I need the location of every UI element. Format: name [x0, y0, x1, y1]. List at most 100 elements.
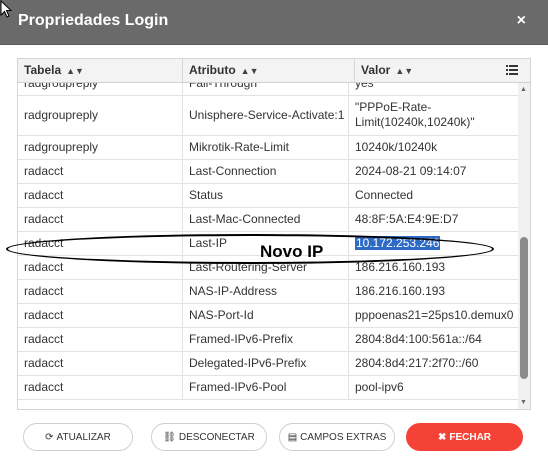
cell-text[interactable]: 186.216.160.193	[355, 260, 445, 274]
cell-atributo: Framed-IPv6-Prefix	[183, 327, 349, 351]
table-row[interactable]: radacct Last-Routering-Server 186.216.160.…	[18, 255, 518, 280]
cell-text: Framed-IPv6-Pool	[189, 380, 287, 394]
cell-atributo: Last-IP	[183, 231, 349, 255]
cell-text: radacct	[24, 212, 64, 226]
cell-tabela: radgroupreply	[18, 135, 183, 159]
cell-text: Status	[189, 188, 224, 202]
cell-atributo: NAS-Port-Id	[183, 303, 349, 327]
cell-text[interactable]: Connected	[355, 188, 413, 202]
properties-table: Tabela ▲▼ Atributo ▲▼ Valor ▲▼ radgrouprepl…	[17, 58, 531, 410]
cell-valor: "PPPoE-Rate-Limit(10240k,10240k)"	[349, 95, 518, 135]
cell-text: radacct	[24, 236, 64, 250]
dialog-title: Propriedades Login	[18, 12, 169, 29]
cell-text: radgroupreply	[24, 108, 99, 122]
column-label: Tabela	[24, 63, 62, 77]
table-header: Tabela ▲▼ Atributo ▲▼ Valor ▲▼	[18, 59, 530, 83]
vertical-scrollbar[interactable]: ▲ ▼	[518, 83, 530, 409]
cell-text: radacct	[24, 188, 64, 202]
table-row[interactable]: radgroupreply Unisphere-Service-Activate:…	[18, 95, 518, 136]
table-row[interactable]: radacct NAS-Port-Id pppoenas21=25ps10.demu…	[18, 303, 518, 328]
cell-text: radacct	[24, 332, 64, 346]
cell-text: Mikrotik-Rate-Limit	[189, 140, 290, 154]
cell-valor: 10.172.253.246	[349, 231, 518, 255]
cell-tabela: radacct	[18, 231, 183, 255]
cell-text: Fall-Through	[189, 83, 258, 90]
scroll-up-icon[interactable]: ▲	[520, 86, 527, 93]
extra-fields-label: CAMPOS EXTRAS	[300, 431, 387, 443]
column-label: Valor	[361, 63, 391, 77]
column-header-valor[interactable]: Valor ▲▼	[355, 59, 530, 82]
table-row[interactable]: radacct Last-Mac-Connected 48:8F:5A:E4:9E:…	[18, 207, 518, 232]
cell-text[interactable]: 10.172.253.246	[355, 236, 441, 250]
close-icon: ✖	[437, 431, 447, 443]
sort-icon[interactable]: ▲▼	[66, 66, 84, 76]
cell-text[interactable]: 186.216.160.193	[355, 284, 445, 298]
cell-atributo: Mikrotik-Rate-Limit	[183, 135, 349, 159]
table-body: radgroupreply Fall-Through yes radgrouprepl…	[18, 83, 518, 409]
mouse-cursor-icon	[0, 0, 13, 18]
cell-text: Unisphere-Service-Activate:1	[189, 108, 345, 122]
cell-tabela: radgroupreply	[18, 95, 183, 135]
cell-valor: 186.216.160.193	[349, 255, 518, 279]
cell-text: radacct	[24, 380, 64, 394]
dialog-titlebar: Propriedades Login ×	[0, 0, 548, 45]
cell-text[interactable]: 2024-08-21 09:14:07	[355, 164, 466, 178]
cell-text: NAS-Port-Id	[189, 308, 254, 322]
cell-text: radacct	[24, 260, 64, 274]
cell-text[interactable]: "PPPoE-Rate-Limit(10240k,10240k)"	[355, 100, 518, 130]
table-row[interactable]: radgroupreply Mikrotik-Rate-Limit 10240k/1…	[18, 135, 518, 160]
cell-valor: 2804:8d4:217:2f70::/60	[349, 351, 518, 375]
cell-atributo: Last-Connection	[183, 159, 349, 183]
close-label: FECHAR	[449, 431, 492, 443]
cell-valor: yes	[349, 83, 518, 95]
table-row[interactable]: radacct Last-Connection 2024-08-21 09:14:0…	[18, 159, 518, 184]
cell-text[interactable]: 10240k/10240k	[355, 140, 437, 154]
cell-text[interactable]: pool-ipv6	[355, 380, 404, 394]
cell-valor: 186.216.160.193	[349, 279, 518, 303]
cell-text: Last-Mac-Connected	[189, 212, 301, 226]
cell-atributo: Last-Mac-Connected	[183, 207, 349, 231]
table-row[interactable]: radacct Framed-IPv6-Pool pool-ipv6	[18, 375, 518, 400]
close-icon[interactable]: ×	[517, 12, 526, 30]
cell-tabela: radacct	[18, 183, 183, 207]
disconnect-button[interactable]: ⛓ DESCONECTAR	[151, 423, 267, 451]
cell-valor: 48:8F:5A:E4:9E:D7	[349, 207, 518, 231]
column-label: Atributo	[189, 63, 236, 77]
refresh-label: ATUALIZAR	[56, 431, 111, 443]
cell-text[interactable]: 2804:8d4:217:2f70::/60	[355, 356, 478, 370]
cell-valor: 2804:8d4:100:561a::/64	[349, 327, 518, 351]
close-button[interactable]: ✖ FECHAR	[406, 423, 523, 451]
table-row[interactable]: radacct Delegated-IPv6-Prefix 2804:8d4:217…	[18, 351, 518, 376]
scroll-down-icon[interactable]: ▼	[520, 399, 527, 406]
cell-tabela: radgroupreply	[18, 83, 183, 95]
column-header-atributo[interactable]: Atributo ▲▼	[183, 59, 355, 82]
sort-icon[interactable]: ▲▼	[241, 66, 259, 76]
cell-text: radacct	[24, 164, 64, 178]
table-row[interactable]: radacct Status Connected	[18, 183, 518, 208]
cell-tabela: radacct	[18, 207, 183, 231]
cell-atributo: Unisphere-Service-Activate:1	[183, 95, 349, 135]
extra-fields-button[interactable]: ▤ CAMPOS EXTRAS	[279, 423, 395, 451]
table-row[interactable]: radacct Framed-IPv6-Prefix 2804:8d4:100:56…	[18, 327, 518, 352]
cell-atributo: Delegated-IPv6-Prefix	[183, 351, 349, 375]
cell-text: radgroupreply	[24, 140, 99, 154]
disconnect-label: DESCONECTAR	[178, 431, 255, 443]
cell-atributo: NAS-IP-Address	[183, 279, 349, 303]
column-header-tabela[interactable]: Tabela ▲▼	[18, 59, 183, 82]
table-row[interactable]: radacct NAS-IP-Address 186.216.160.193	[18, 279, 518, 304]
refresh-button[interactable]: ⟳ ATUALIZAR	[23, 423, 133, 451]
cell-valor: pool-ipv6	[349, 375, 518, 399]
table-row[interactable]: radacct Last-IP 10.172.253.246	[18, 231, 518, 256]
sort-icon[interactable]: ▲▼	[395, 66, 413, 76]
cell-valor: 10240k/10240k	[349, 135, 518, 159]
columns-menu-icon[interactable]	[506, 65, 518, 75]
cell-atributo: Framed-IPv6-Pool	[183, 375, 349, 399]
cell-text[interactable]: pppoenas21=25ps10.demux0	[355, 308, 513, 322]
unlink-icon: ⛓	[163, 431, 176, 443]
cell-text[interactable]: 48:8F:5A:E4:9E:D7	[355, 212, 458, 226]
cell-text: radacct	[24, 356, 64, 370]
scrollbar-thumb[interactable]	[520, 237, 528, 379]
cell-text: radacct	[24, 308, 64, 322]
cell-text[interactable]: yes	[355, 83, 374, 90]
cell-text[interactable]: 2804:8d4:100:561a::/64	[355, 332, 482, 346]
